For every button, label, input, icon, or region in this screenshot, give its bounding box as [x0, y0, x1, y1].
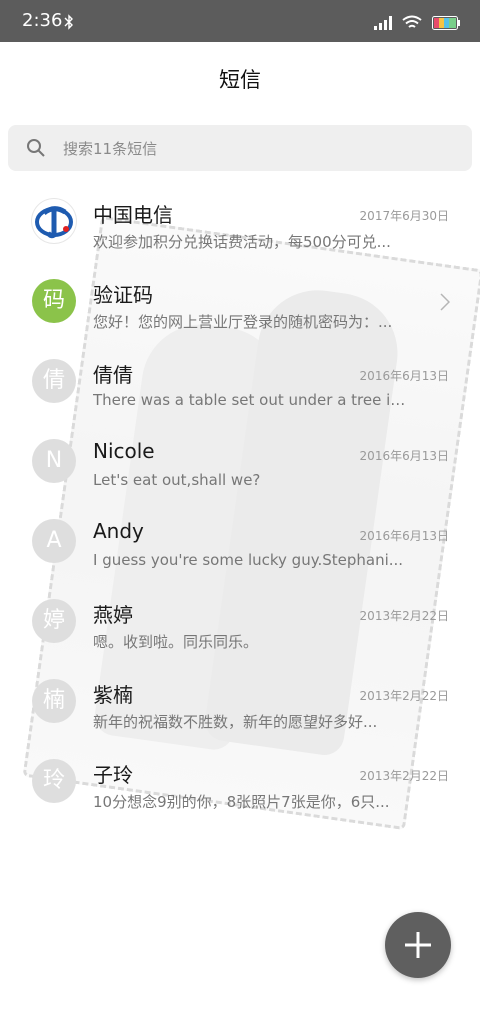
avatar: 楠 [32, 679, 76, 723]
conversation-row[interactable]: 玲 子玲 2013年2月22日 10分想念9别的你，8张照片7张是你，6只... [0, 745, 480, 825]
status-bar: 2:36 [0, 0, 480, 42]
avatar: N [32, 439, 76, 483]
conversation-name: 燕婷 [93, 603, 133, 627]
conversation-row[interactable]: 中国电信 2017年6月30日 欢迎参加积分兑换话费活动，每500分可兑... [0, 185, 480, 265]
conversation-date: 2016年6月13日 [359, 529, 449, 543]
conversation-preview: There was a table set out under a tree i… [93, 391, 408, 409]
bluetooth-icon [64, 14, 73, 30]
avatar: 倩 [32, 359, 76, 403]
conversation-preview: Let's eat out,shall we? [93, 471, 261, 489]
conversation-row[interactable]: 倩 倩倩 2016年6月13日 There was a table set ou… [0, 345, 480, 425]
conversation-preview: 嗯。收到啦。同乐同乐。 [93, 633, 259, 651]
conversation-row[interactable]: A Andy 2016年6月13日 I guess you're some lu… [0, 505, 480, 585]
conversation-name: 子玲 [93, 763, 133, 787]
conversation-date: 2016年6月13日 [359, 369, 449, 383]
status-time: 2:36 [22, 10, 63, 31]
status-icons [374, 14, 460, 30]
conversation-name: 紫楠 [93, 683, 133, 707]
conversation-date: 2013年2月22日 [359, 689, 449, 703]
conversation-date: 2016年6月13日 [359, 449, 449, 463]
search-bar[interactable]: 搜索11条短信 [8, 125, 472, 171]
conversation-row[interactable]: 楠 紫楠 2013年2月22日 新年的祝福数不胜数，新年的愿望好多好... [0, 665, 480, 745]
conversation-name: Andy [93, 519, 144, 543]
page-title: 短信 [219, 68, 261, 92]
avatar: 玲 [32, 759, 76, 803]
avatar: 婷 [32, 599, 76, 643]
conversation-date: 2017年6月30日 [359, 209, 449, 223]
conversation-preview: I guess you're some lucky guy.Stephani..… [93, 551, 404, 569]
china-telecom-logo-icon [32, 199, 76, 243]
conversation-name: 中国电信 [93, 203, 173, 227]
plus-icon [405, 932, 431, 958]
chevron-right-icon[interactable] [440, 293, 450, 311]
avatar: A [32, 519, 76, 563]
conversation-row[interactable]: 婷 燕婷 2013年2月22日 嗯。收到啦。同乐同乐。 [0, 585, 480, 665]
conversation-date: 2013年2月22日 [359, 609, 449, 623]
search-placeholder: 搜索11条短信 [63, 140, 158, 158]
avatar: 码 [32, 279, 76, 323]
battery-icon [432, 16, 460, 30]
conversation-row[interactable]: 码 验证码 您好！您的网上营业厅登录的随机密码为：... [0, 265, 480, 345]
conversation-name: 验证码 [93, 283, 153, 307]
signal-icon [374, 16, 392, 30]
new-message-button[interactable] [385, 912, 451, 978]
conversation-name: Nicole [93, 439, 155, 463]
conversation-date: 2013年2月22日 [359, 769, 449, 783]
conversation-preview: 您好！您的网上营业厅登录的随机密码为：... [93, 313, 393, 331]
conversation-preview: 新年的祝福数不胜数，新年的愿望好多好... [93, 713, 378, 731]
conversation-preview: 10分想念9别的你，8张照片7张是你，6只... [93, 793, 390, 811]
conversation-row[interactable]: N Nicole 2016年6月13日 Let's eat out,shall … [0, 425, 480, 505]
search-icon [27, 139, 45, 157]
wifi-icon [402, 15, 422, 28]
conversation-preview: 欢迎参加积分兑换话费活动，每500分可兑... [93, 233, 391, 251]
conversation-name: 倩倩 [93, 363, 133, 387]
